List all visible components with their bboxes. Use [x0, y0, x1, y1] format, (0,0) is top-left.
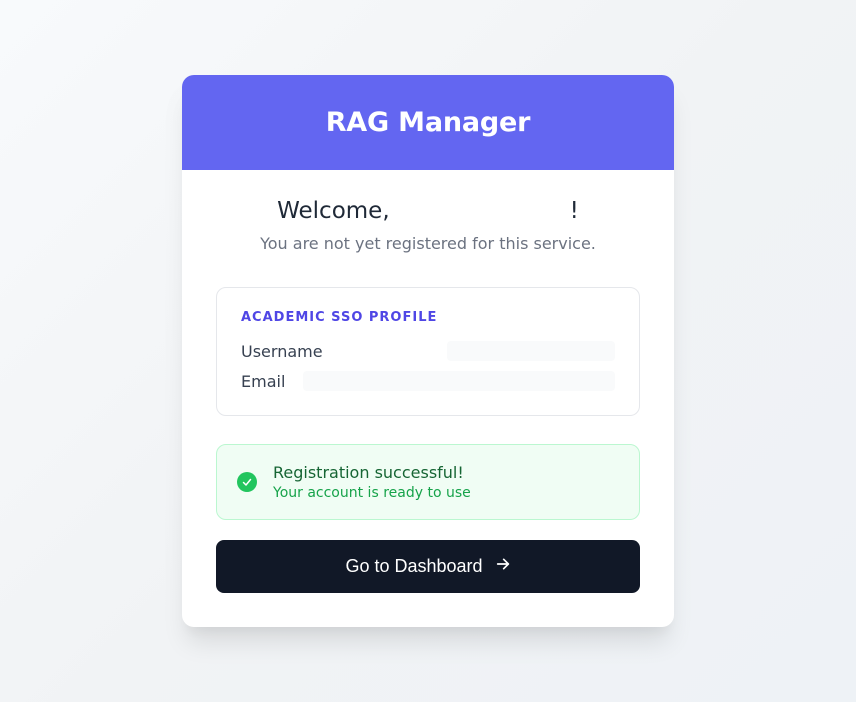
success-alert: Registration successful! Your account is…	[216, 444, 640, 520]
welcome-prefix: Welcome,	[277, 198, 390, 224]
welcome-line: Welcome,!	[216, 198, 640, 224]
card-body: Welcome,! You are not yet registered for…	[182, 170, 674, 627]
alert-subtext: Your account is ready to use	[273, 485, 471, 501]
welcome-subtext: You are not yet registered for this serv…	[216, 234, 640, 253]
alert-text: Registration successful! Your account is…	[273, 463, 471, 501]
card-header: RAG Manager	[182, 75, 674, 170]
sso-profile-box: Academic SSO Profile Username Email	[216, 287, 640, 416]
username-value	[447, 341, 615, 361]
registration-card: RAG Manager Welcome,! You are not yet re…	[182, 75, 674, 627]
email-row: Email	[241, 371, 615, 391]
go-to-dashboard-button[interactable]: Go to Dashboard	[216, 540, 640, 593]
sso-profile-title: Academic SSO Profile	[241, 310, 615, 325]
email-value	[303, 371, 615, 391]
arrow-right-icon	[495, 556, 511, 577]
welcome-suffix: !	[570, 198, 579, 224]
cta-label: Go to Dashboard	[345, 556, 482, 577]
email-label: Email	[241, 372, 285, 391]
username-label: Username	[241, 342, 323, 361]
username-row: Username	[241, 341, 615, 361]
app-title: RAG Manager	[206, 107, 650, 138]
alert-title: Registration successful!	[273, 463, 471, 482]
check-circle-icon	[237, 472, 257, 492]
